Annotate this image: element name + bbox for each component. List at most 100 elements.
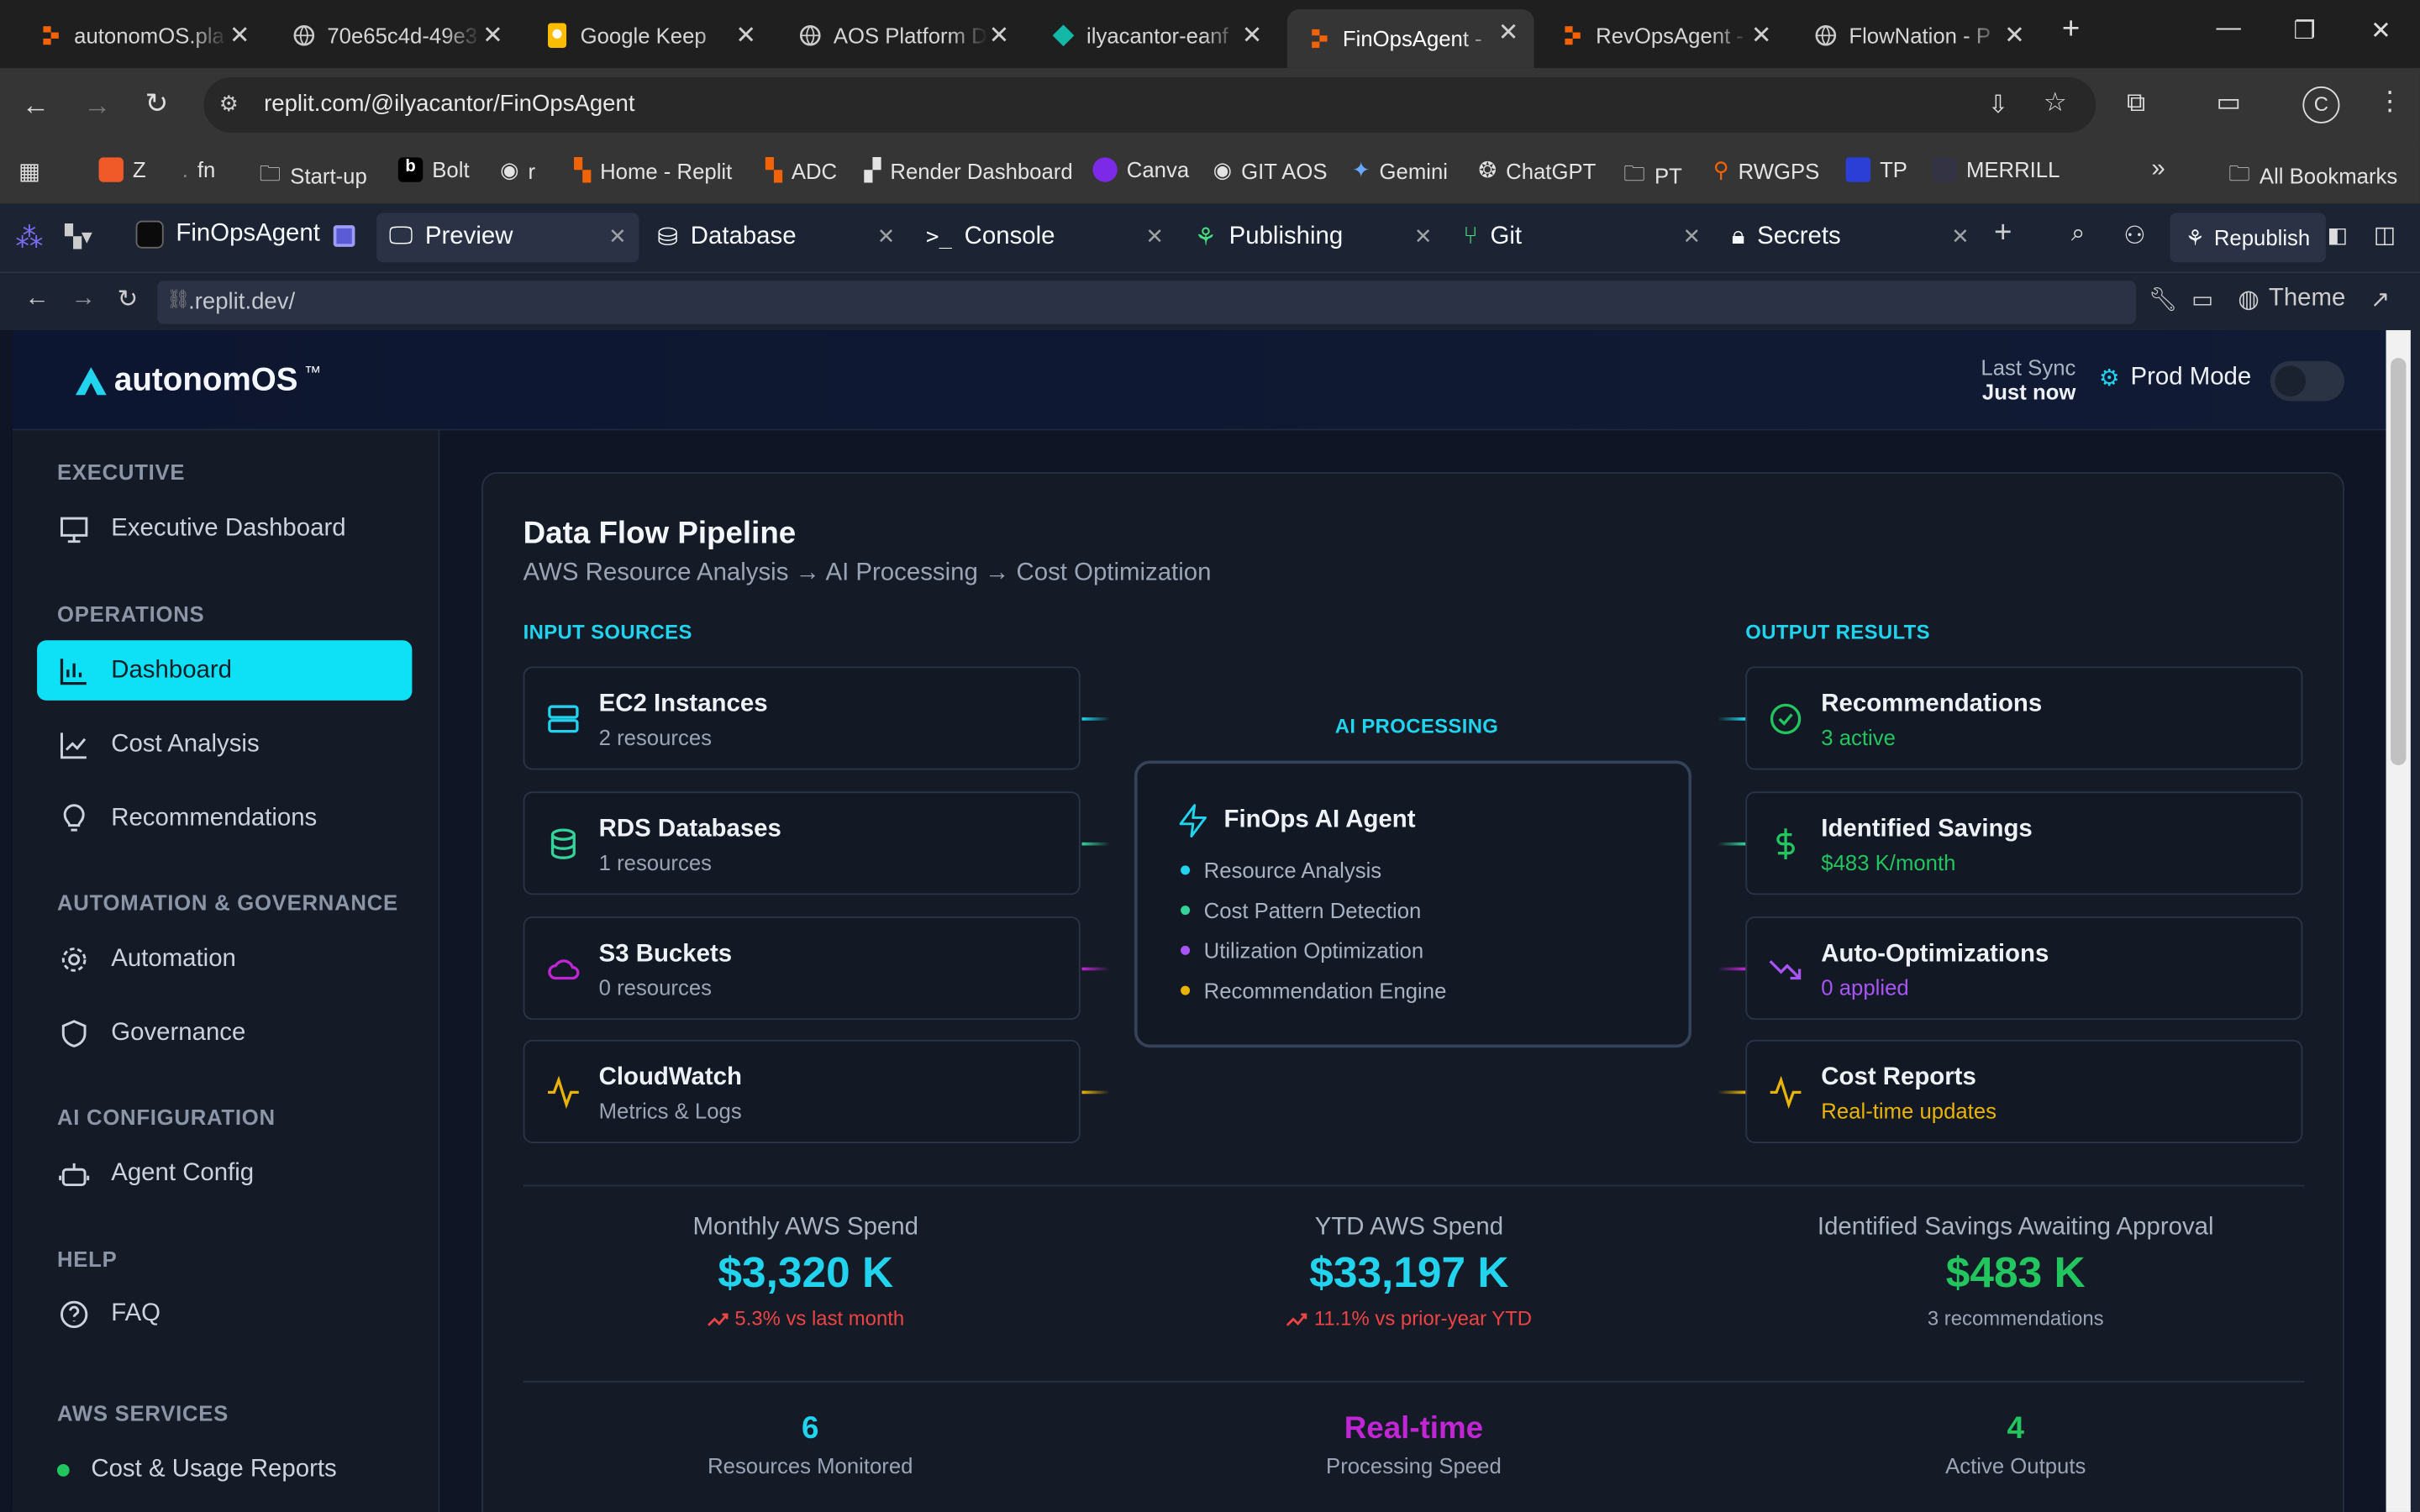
menu-icon[interactable]: ⋮ (2377, 87, 2403, 118)
open-new-tab-icon[interactable]: ↗ (2370, 286, 2390, 313)
install-app-icon[interactable]: ⇩ (1988, 90, 2009, 121)
bookmark[interactable]: TP (1845, 157, 1907, 182)
devices-icon[interactable]: ▭ (2191, 286, 2213, 313)
bookmark[interactable]: Canva (1092, 157, 1189, 182)
all-bookmarks[interactable]: 🗀 All Bookmarks (2228, 157, 2397, 194)
apps-grid-icon[interactable]: ▦ (18, 157, 40, 185)
restore-button[interactable]: ❐ (2293, 15, 2315, 46)
invite-icon[interactable]: ⚇ (2123, 221, 2145, 252)
browser-tab[interactable]: autonomOS.pla ✕ (18, 13, 266, 59)
input-rds[interactable]: RDS Databases 1 resources (523, 791, 1081, 895)
browser-tab-active[interactable]: FinOpsAgent - ✕ (1286, 9, 1534, 68)
bookmark[interactable]: MERRILL (1932, 157, 2060, 182)
input-s3[interactable]: S3 Buckets 0 resources (523, 916, 1081, 1021)
layout-icon[interactable]: ◧ (2328, 222, 2348, 248)
preview-url-field[interactable]: ⛓ .replit.dev/ (157, 281, 2136, 324)
bookmark[interactable]: ◉ GIT AOS (1213, 157, 1328, 183)
close-tab-icon[interactable]: ✕ (735, 20, 756, 51)
sidebar-item-governance[interactable]: Governance (37, 1003, 412, 1063)
input-ec2[interactable]: EC2 Instances 2 resources (523, 666, 1081, 770)
replit-home-icon[interactable]: ⁂ (15, 222, 43, 255)
back-icon[interactable]: ← (24, 286, 49, 313)
search-icon[interactable]: ⌕ (2071, 221, 2085, 249)
project-name[interactable]: FinOpsAgent (135, 220, 320, 249)
reload-icon[interactable]: ↻ (118, 284, 139, 315)
agent-status-icon[interactable] (333, 225, 355, 247)
close-tab-icon[interactable]: ✕ (1242, 20, 1263, 51)
close-tab-icon[interactable]: ✕ (1498, 17, 1519, 48)
tab-git[interactable]: ⑂ Git ✕ (1450, 213, 1712, 262)
new-tab-button[interactable]: + (2062, 13, 2080, 48)
logo[interactable]: autonomOS ™ (74, 363, 321, 400)
close-tab-icon[interactable]: ✕ (482, 20, 503, 51)
tab-publishing[interactable]: ⚘ Publishing ✕ (1182, 213, 1444, 262)
url-text[interactable]: replit.com/@ilyacantor/FinOpsAgent (264, 91, 634, 117)
sidebar-item-recommendations[interactable]: Recommendations (37, 789, 412, 849)
bookmark[interactable]: ▚ ADC (765, 157, 837, 183)
sidebar-item-faq[interactable]: FAQ (37, 1284, 412, 1344)
output-auto-optimizations[interactable]: Auto-Optimizations 0 applied (1745, 916, 2303, 1021)
scrollbar-thumb[interactable] (2391, 358, 2407, 766)
close-tab-icon[interactable]: ✕ (1951, 223, 1970, 249)
browser-tab[interactable]: Google Keep ✕ (524, 13, 771, 59)
close-tab-icon[interactable]: ✕ (1751, 20, 1772, 51)
tab-console[interactable]: >_ Console ✕ (913, 213, 1176, 262)
republish-button[interactable]: ⚘ Republish (2170, 213, 2326, 263)
devtools-icon[interactable]: 🔧︎ (2149, 286, 2178, 313)
browser-tab[interactable]: FlowNation - P ✕ (1793, 13, 2040, 59)
bookmark[interactable]: ✦ Gemini (1352, 157, 1448, 183)
preview-scrollbar[interactable] (2386, 330, 2411, 1512)
sidebar-item-agent-config[interactable]: Agent Config (37, 1143, 412, 1204)
bookmark[interactable]: . fn (182, 157, 216, 181)
workspace-menu-icon[interactable]: ▚▾ (65, 223, 92, 249)
browser-tab[interactable]: RevOpsAgent - ✕ (1540, 13, 1787, 59)
extensions-icon[interactable]: ⧉ (2127, 88, 2145, 119)
output-recommendations[interactable]: Recommendations 3 active (1745, 666, 2303, 770)
close-window-button[interactable]: ✕ (2370, 15, 2391, 46)
close-tab-icon[interactable]: ✕ (229, 20, 250, 51)
bookmark[interactable]: ▞ Render Dashboard (865, 157, 1073, 183)
output-identified-savings[interactable]: Identified Savings $483 K/month (1745, 791, 2303, 895)
browser-tab[interactable]: ilyacantor-eanf ✕ (1031, 13, 1278, 59)
input-cloudwatch[interactable]: CloudWatch Metrics & Logs (523, 1039, 1081, 1143)
tab-preview[interactable]: 🖵 Preview ✕ (376, 213, 639, 263)
sidebar-item-automation[interactable]: Automation (37, 929, 412, 990)
browser-tab[interactable]: AOS Platform D ✕ (778, 13, 1025, 59)
tab-secrets[interactable]: 🔒︎ Secrets ✕ (1719, 213, 1981, 262)
bookmark[interactable]: ❂ ChatGPT (1479, 157, 1597, 183)
ai-agent-box[interactable]: FinOps AI Agent Resource Analysis Cost P… (1134, 760, 1692, 1048)
bookmark[interactable]: Z (98, 157, 146, 182)
bookmark[interactable]: 🗀 PT (1623, 157, 1682, 194)
sidebar-item-cost-usage-reports[interactable]: Cost & Usage Reports (37, 1440, 412, 1500)
add-tab-icon[interactable]: + (1994, 216, 2012, 251)
cast-icon[interactable]: ▭ (2217, 88, 2242, 119)
sidebar-item-dashboard[interactable]: Dashboard (37, 640, 413, 701)
forward-icon[interactable]: → (71, 286, 95, 313)
close-tab-icon[interactable]: ✕ (989, 20, 1010, 51)
close-tab-icon[interactable]: ✕ (1145, 223, 1164, 249)
sidebar-item-cost-analysis[interactable]: Cost Analysis (37, 714, 412, 774)
close-tab-icon[interactable]: ✕ (1682, 223, 1701, 249)
forward-icon[interactable]: → (83, 90, 111, 123)
star-icon[interactable]: ☆ (2044, 88, 2067, 119)
sidebar-item-executive-dashboard[interactable]: Executive Dashboard (37, 498, 412, 559)
output-cost-reports[interactable]: Cost Reports Real-time updates (1745, 1039, 2303, 1143)
profile-avatar[interactable]: C (2302, 86, 2340, 123)
bookmark[interactable]: 🗀 Start-up (260, 157, 367, 194)
site-info-icon[interactable]: ⚙ (219, 91, 239, 117)
close-tab-icon[interactable]: ✕ (2004, 20, 2025, 51)
prod-mode-toggle[interactable] (2270, 360, 2344, 402)
bookmark[interactable]: ⚲ RWGPS (1713, 157, 1820, 183)
minimize-button[interactable]: — (2217, 15, 2241, 43)
sidebar-toggle-icon[interactable]: ◫ (2374, 221, 2396, 248)
close-tab-icon[interactable]: ✕ (1414, 223, 1433, 249)
bookmark[interactable]: b Bolt (397, 157, 470, 182)
more-bookmarks-icon[interactable]: » (2151, 156, 2165, 184)
address-bar[interactable]: ⚙ replit.com/@ilyacantor/FinOpsAgent ⇩ ☆ (203, 76, 2096, 133)
theme-button[interactable]: ◍ Theme (2238, 284, 2345, 315)
tab-database[interactable]: ⛁ Database ✕ (645, 213, 908, 262)
bookmark[interactable]: ▚ Home - Replit (574, 157, 732, 183)
close-tab-icon[interactable]: ✕ (608, 223, 627, 249)
back-icon[interactable]: ← (22, 90, 50, 123)
reload-icon[interactable]: ↻ (145, 88, 169, 121)
